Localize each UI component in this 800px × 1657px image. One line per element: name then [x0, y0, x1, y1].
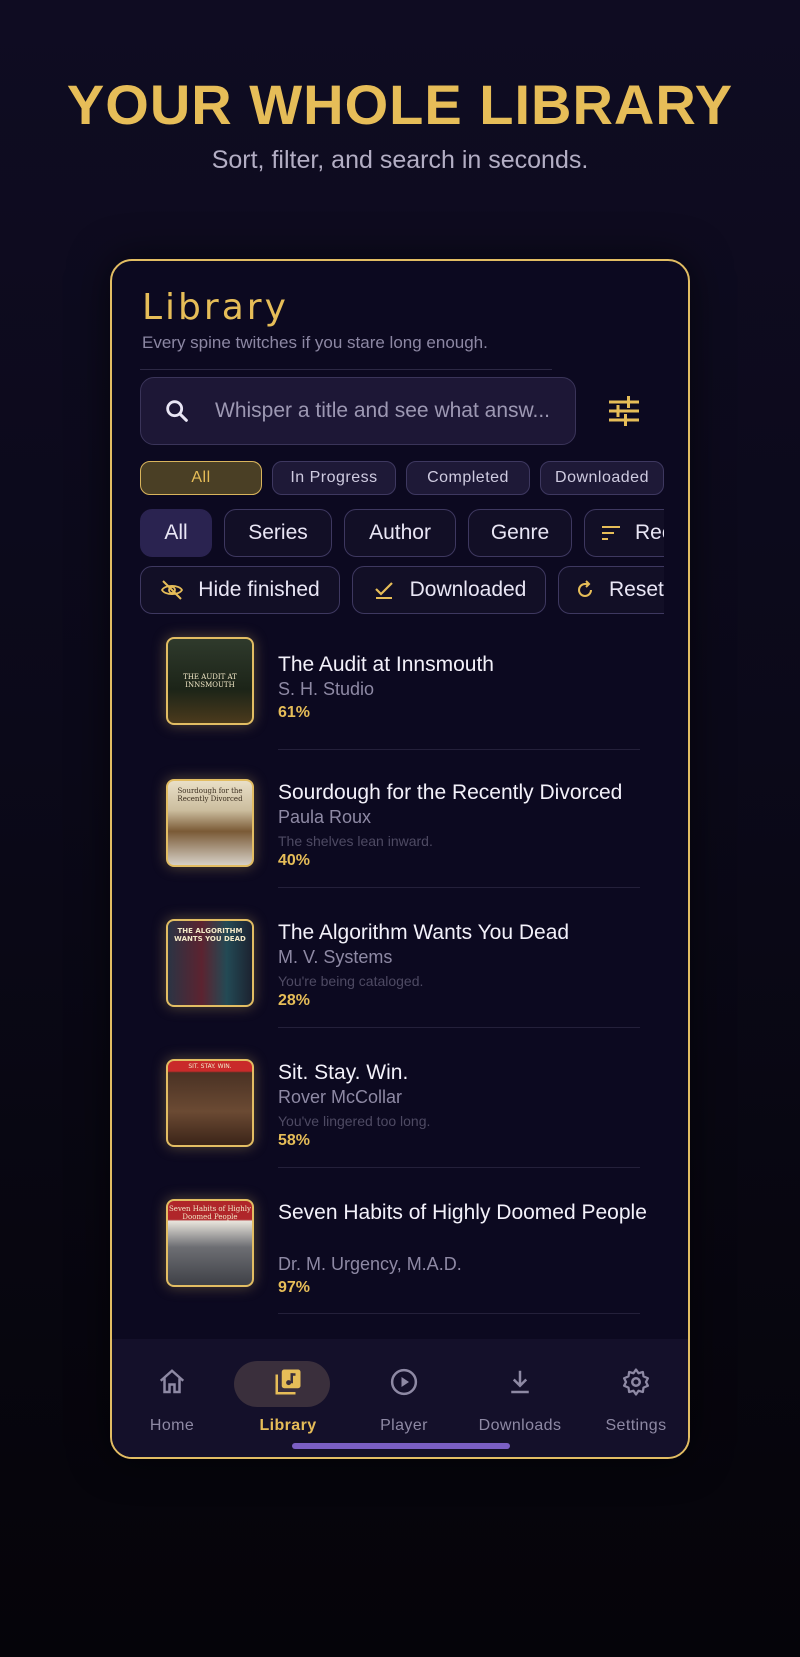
chip-completed[interactable]: Completed [406, 461, 530, 495]
reset-button[interactable]: Reset [558, 566, 664, 614]
book-note: The shelves lean inward. [278, 833, 433, 849]
chip-downloaded[interactable]: Downloaded [540, 461, 664, 495]
status-chip-row: All In Progress Completed Downloaded [140, 461, 664, 495]
row-divider [278, 1027, 640, 1028]
group-tab-row: All Series Author Genre Recent [140, 509, 664, 557]
downloaded-toggle[interactable]: Downloaded [352, 566, 546, 614]
promo-headline: YOUR WHOLE LIBRARY [66, 73, 734, 136]
header-divider [140, 369, 552, 370]
library-icon [275, 1369, 301, 1395]
nav-settings[interactable]: Settings [578, 1339, 688, 1439]
nav-label: Library [259, 1417, 317, 1434]
bottom-nav: Home Library Player Downloads Settings [112, 1339, 688, 1457]
chip-all[interactable]: All [140, 461, 262, 495]
chip-in-progress[interactable]: In Progress [272, 461, 396, 495]
eye-off-icon [161, 580, 184, 600]
phone-frame: Library Every spine twitches if you star… [110, 259, 690, 1459]
book-cover: THE ALGORITHM WANTS YOU DEAD [166, 919, 254, 1007]
book-author: Rover McCollar [278, 1087, 403, 1107]
promo-subhead: Sort, filter, and search in seconds. [211, 146, 589, 174]
sort-icon [602, 526, 620, 540]
book-progress: 40% [278, 852, 311, 869]
row-divider [278, 1313, 640, 1314]
group-tab-all[interactable]: All [140, 509, 212, 557]
nav-home[interactable]: Home [114, 1339, 230, 1439]
cover-title: SIT. STAY. WIN. [188, 1063, 232, 1070]
checkmark-icon [374, 582, 393, 599]
home-icon [159, 1369, 185, 1394]
search-input[interactable] [213, 398, 567, 424]
nav-downloads[interactable]: Downloads [462, 1339, 578, 1439]
search-bar[interactable] [140, 377, 576, 445]
sort-recent-button[interactable]: Recent [584, 509, 664, 557]
book-note: You've lingered too long. [278, 1113, 431, 1129]
row-divider [278, 749, 640, 750]
row-divider [278, 887, 640, 888]
nav-player[interactable]: Player [346, 1339, 462, 1439]
downloaded-label: Downloaded [409, 578, 527, 601]
page-subtitle: Every spine twitches if you stare long e… [142, 333, 488, 352]
play-icon [390, 1368, 418, 1396]
row-divider [278, 1167, 640, 1168]
hide-finished-toggle[interactable]: Hide finished [140, 566, 340, 614]
group-tab-author[interactable]: Author [344, 509, 456, 557]
filter-row: Hide finished Downloaded Reset [140, 566, 664, 614]
download-icon [511, 1370, 529, 1394]
reset-icon [578, 580, 592, 597]
hide-finished-label: Hide finished [198, 578, 320, 601]
group-tab-genre[interactable]: Genre [468, 509, 572, 557]
cover-title: THE AUDIT AT INNSMOUTH [183, 673, 237, 689]
nav-label: Home [149, 1417, 195, 1434]
nav-label: Downloads [478, 1417, 562, 1434]
book-title: The Audit at Innsmouth [278, 653, 494, 676]
filter-settings-icon[interactable] [606, 393, 642, 429]
book-title: Seven Habits of Highly Doomed People [278, 1201, 647, 1224]
book-author: Dr. M. Urgency, M.A.D. [278, 1254, 462, 1274]
page-title: Library [142, 287, 289, 328]
book-progress: 58% [278, 1132, 311, 1149]
reset-label: Reset [609, 578, 664, 601]
nav-label: Player [380, 1417, 428, 1434]
cover-title: Seven Habits of Highly Doomed People [169, 1205, 251, 1221]
search-icon [166, 400, 188, 422]
gear-icon [623, 1368, 649, 1396]
book-cover: THE AUDIT AT INNSMOUTH [166, 637, 254, 725]
group-tab-series[interactable]: Series [224, 509, 332, 557]
home-indicator-bar [292, 1443, 510, 1449]
sort-label: Recent [635, 521, 664, 544]
book-author: M. V. Systems [278, 947, 393, 967]
book-cover: SIT. STAY. WIN. [166, 1059, 254, 1147]
book-cover: Sourdough for the Recently Divorced [166, 779, 254, 867]
book-author: S. H. Studio [278, 679, 375, 699]
nav-library[interactable]: Library [230, 1339, 346, 1439]
book-cover: Seven Habits of Highly Doomed People [166, 1199, 254, 1287]
cover-title: Sourdough for the Recently Divorced [177, 787, 243, 803]
book-progress: 97% [278, 1279, 311, 1296]
cover-title: THE ALGORITHM WANTS YOU DEAD [174, 927, 246, 943]
nav-label: Settings [605, 1417, 667, 1434]
book-progress: 61% [278, 704, 311, 721]
book-progress: 28% [278, 992, 311, 1009]
book-author: Paula Roux [278, 807, 372, 827]
book-title: Sourdough for the Recently Divorced [278, 781, 623, 804]
book-title: The Algorithm Wants You Dead [278, 921, 570, 944]
book-note: You're being cataloged. [278, 973, 424, 989]
book-title: Sit. Stay. Win. [278, 1061, 409, 1084]
